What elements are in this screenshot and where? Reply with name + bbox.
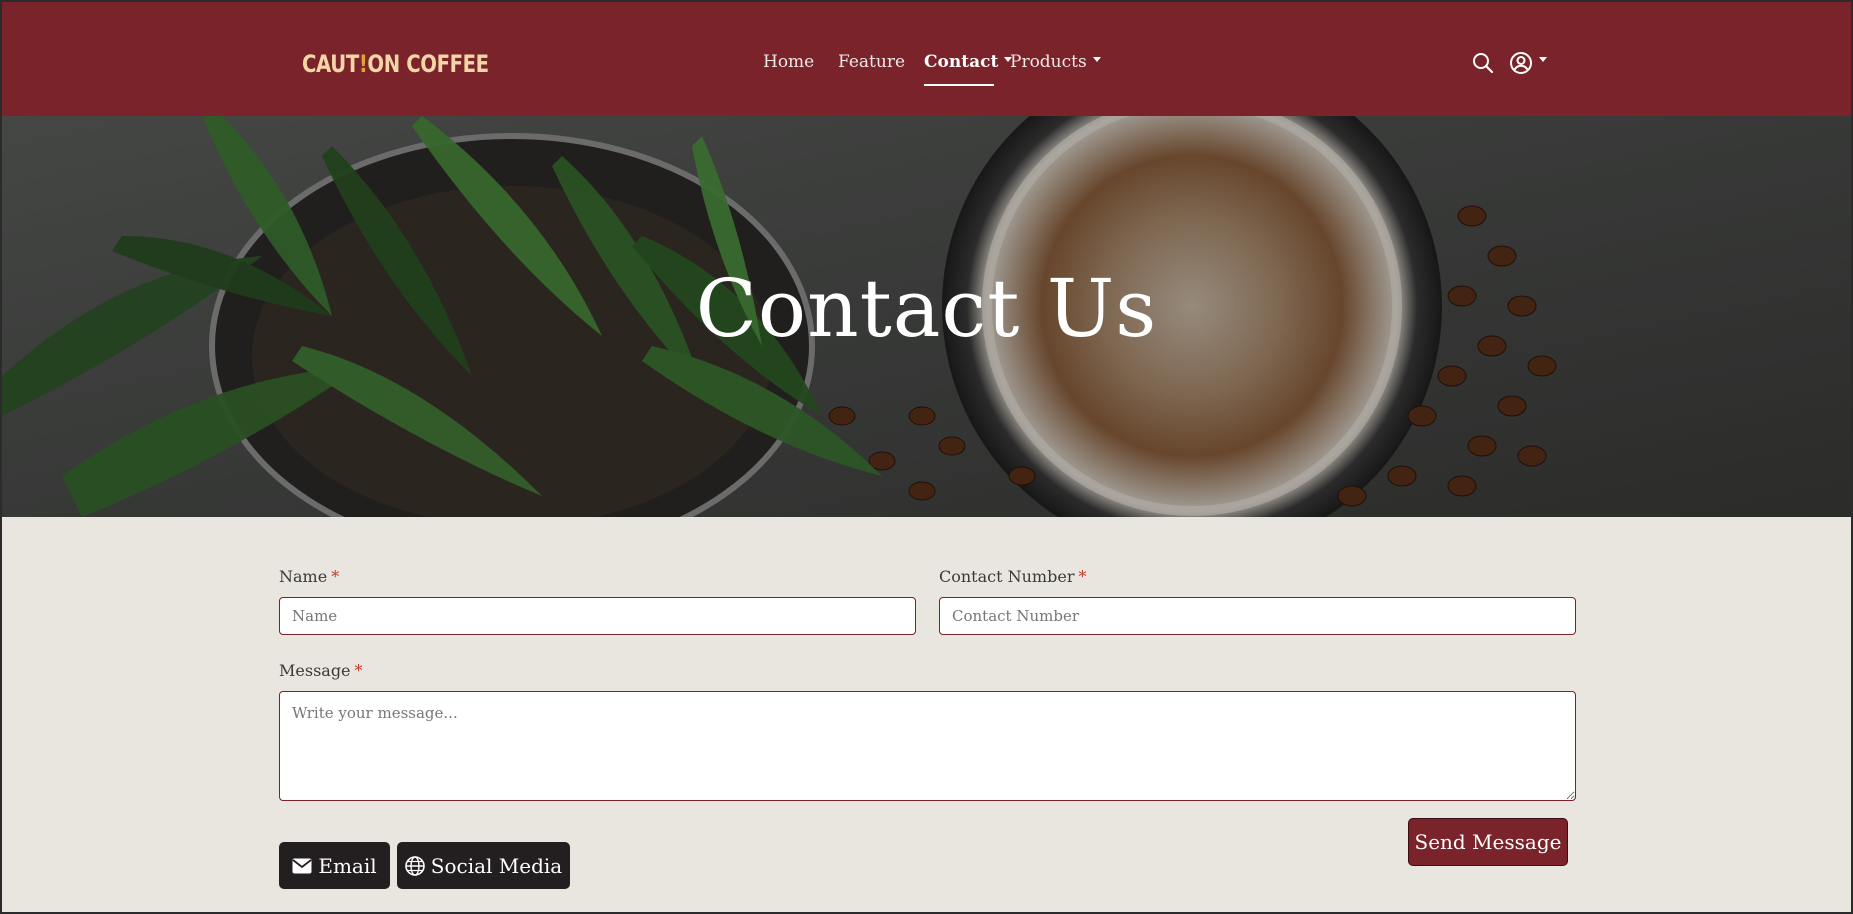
user-menu-button[interactable]: [1509, 51, 1547, 79]
nav-link-contact-label: Contact: [924, 52, 999, 72]
top-navbar: CAUT!ON COFFEE Home Feature Contact Prod…: [2, 2, 1851, 116]
envelope-icon: [292, 858, 312, 873]
name-label: Name *: [279, 567, 339, 586]
brand-logo[interactable]: CAUT!ON COFFEE: [302, 50, 489, 78]
nav-link-home[interactable]: Home: [763, 52, 814, 72]
send-message-button[interactable]: Send Message: [1408, 818, 1568, 866]
hero-banner: Contact Us: [2, 116, 1851, 517]
search-icon: [1473, 53, 1494, 74]
name-input[interactable]: [279, 597, 916, 635]
message-label-text: Message: [279, 661, 351, 680]
page-title: Contact Us: [695, 262, 1158, 355]
chevron-down-icon: [1092, 57, 1101, 62]
nav-link-contact[interactable]: Contact: [924, 52, 1013, 72]
send-message-label: Send Message: [1414, 830, 1562, 854]
active-nav-underline: [924, 84, 994, 86]
message-label: Message *: [279, 661, 363, 680]
required-mark: *: [354, 661, 363, 680]
contact-form: Name* Contact Number* Message* Send Mess…: [2, 517, 1851, 912]
logo-text-bang: !: [358, 50, 368, 78]
email-label: Email: [318, 853, 377, 878]
name-label-text: Name: [279, 567, 328, 586]
required-mark: *: [1078, 567, 1087, 586]
logo-text-left: CAUT: [302, 50, 359, 78]
chevron-down-icon: [1539, 57, 1547, 62]
search-button[interactable]: [1472, 52, 1494, 78]
required-mark: *: [331, 567, 340, 586]
user-circle-icon: [1510, 52, 1532, 74]
nav-link-feature[interactable]: Feature: [838, 52, 905, 72]
social-media-label: Social Media: [430, 853, 563, 878]
globe-icon: [404, 855, 425, 876]
nav-link-products-label: Products: [1010, 52, 1087, 72]
social-media-button[interactable]: Social Media: [397, 842, 570, 889]
nav-link-products[interactable]: Products: [1010, 52, 1101, 72]
logo-text-right: ON COFFEE: [367, 50, 489, 78]
contact-number-input[interactable]: [939, 597, 1576, 635]
contact-number-label-text: Contact Number: [939, 567, 1075, 586]
contact-number-label: Contact Number *: [939, 567, 1086, 586]
message-textarea[interactable]: [279, 691, 1576, 801]
email-button[interactable]: Email: [279, 842, 390, 889]
